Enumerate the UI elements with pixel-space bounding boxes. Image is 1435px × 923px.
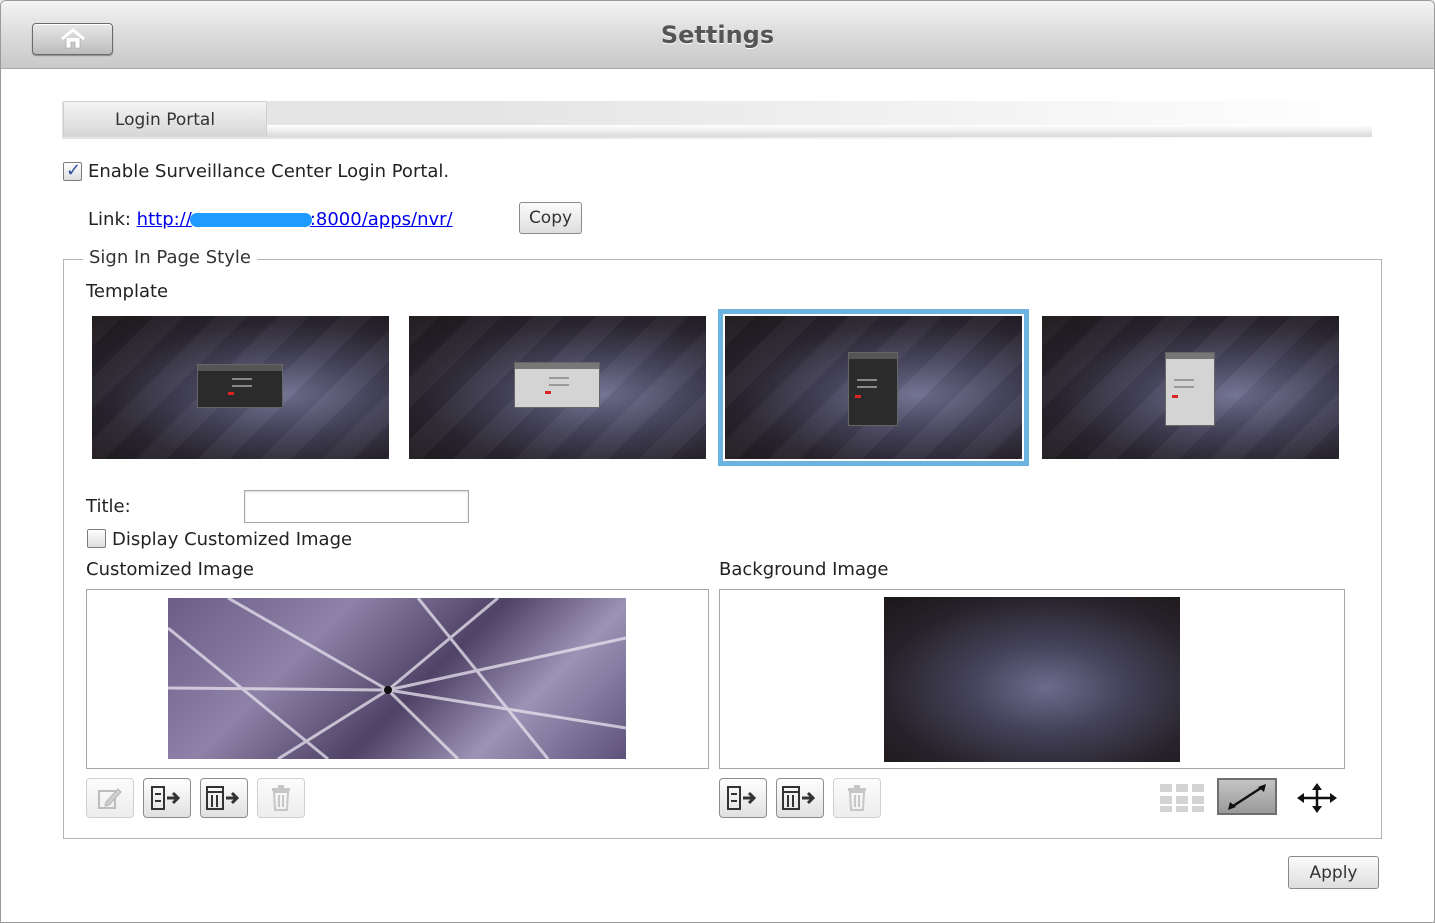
redacted-address bbox=[189, 213, 312, 227]
link-label: Link: bbox=[88, 209, 131, 230]
template-label: Template bbox=[86, 281, 169, 302]
template-thumbnail-3[interactable] bbox=[718, 309, 1029, 466]
template-preview-light-tall bbox=[1165, 352, 1215, 426]
portal-link[interactable]: http:// :8000/apps/nvr/ bbox=[137, 209, 453, 230]
template-thumbnail-4[interactable] bbox=[1042, 316, 1339, 459]
template-preview-dark-tall bbox=[848, 352, 898, 426]
enable-portal-label: Enable Surveillance Center Login Portal. bbox=[88, 161, 450, 182]
tile-mode-button[interactable] bbox=[1152, 779, 1212, 816]
tab-bar-divider bbox=[267, 125, 1372, 137]
display-custom-image-checkbox[interactable] bbox=[87, 529, 106, 548]
link-row: Link: http:// :8000/apps/nvr/ bbox=[88, 209, 453, 230]
stretch-mode-icon bbox=[1228, 783, 1266, 810]
import-single-icon bbox=[727, 786, 757, 810]
customized-image-label: Customized Image bbox=[86, 559, 255, 580]
import-multiple-icon bbox=[782, 786, 816, 810]
template-preview-light-wide bbox=[514, 362, 600, 408]
import-multiple-icon bbox=[206, 786, 240, 810]
background-image-label: Background Image bbox=[719, 559, 889, 580]
display-custom-image-label: Display Customized Image bbox=[112, 529, 353, 550]
link-suffix: :8000/apps/nvr/ bbox=[309, 209, 453, 230]
import-single-icon bbox=[151, 786, 181, 810]
copy-button[interactable]: Copy bbox=[519, 202, 582, 234]
enable-portal-checkbox[interactable] bbox=[63, 160, 82, 181]
delete-image-button[interactable] bbox=[257, 778, 305, 818]
title-label: Title: bbox=[86, 496, 131, 517]
apply-button[interactable]: Apply bbox=[1288, 856, 1379, 889]
edit-icon bbox=[98, 788, 122, 809]
background-image-preview bbox=[884, 597, 1180, 762]
tile-mode-icon bbox=[1160, 783, 1204, 812]
sign-in-style-legend: Sign In Page Style bbox=[83, 247, 257, 268]
edit-image-button[interactable] bbox=[86, 778, 134, 818]
tab-login-portal[interactable]: Login Portal bbox=[63, 101, 267, 137]
settings-window: Settings Login Portal Enable Surveillanc… bbox=[0, 0, 1435, 923]
link-prefix: http:// bbox=[136, 209, 192, 230]
delete-icon bbox=[272, 785, 290, 811]
import-image-button[interactable] bbox=[143, 778, 191, 818]
delete-icon bbox=[848, 785, 866, 811]
template-thumbnail-2[interactable] bbox=[409, 316, 706, 459]
import-multiple-background-button[interactable] bbox=[776, 778, 824, 818]
delete-background-button[interactable] bbox=[833, 778, 881, 818]
center-mode-button[interactable] bbox=[1287, 779, 1347, 816]
title-input[interactable] bbox=[244, 490, 469, 523]
import-multiple-button[interactable] bbox=[200, 778, 248, 818]
glass-structure-art bbox=[168, 598, 626, 759]
stretch-mode-button[interactable] bbox=[1217, 778, 1277, 815]
title-bar: Settings bbox=[1, 1, 1434, 69]
customized-image-preview bbox=[168, 598, 626, 759]
center-mode-icon bbox=[1297, 782, 1337, 813]
template-preview-dark-wide bbox=[197, 364, 283, 408]
import-background-button[interactable] bbox=[719, 778, 767, 818]
window-title: Settings bbox=[660, 21, 775, 49]
template-thumbnail-1[interactable] bbox=[92, 316, 389, 459]
